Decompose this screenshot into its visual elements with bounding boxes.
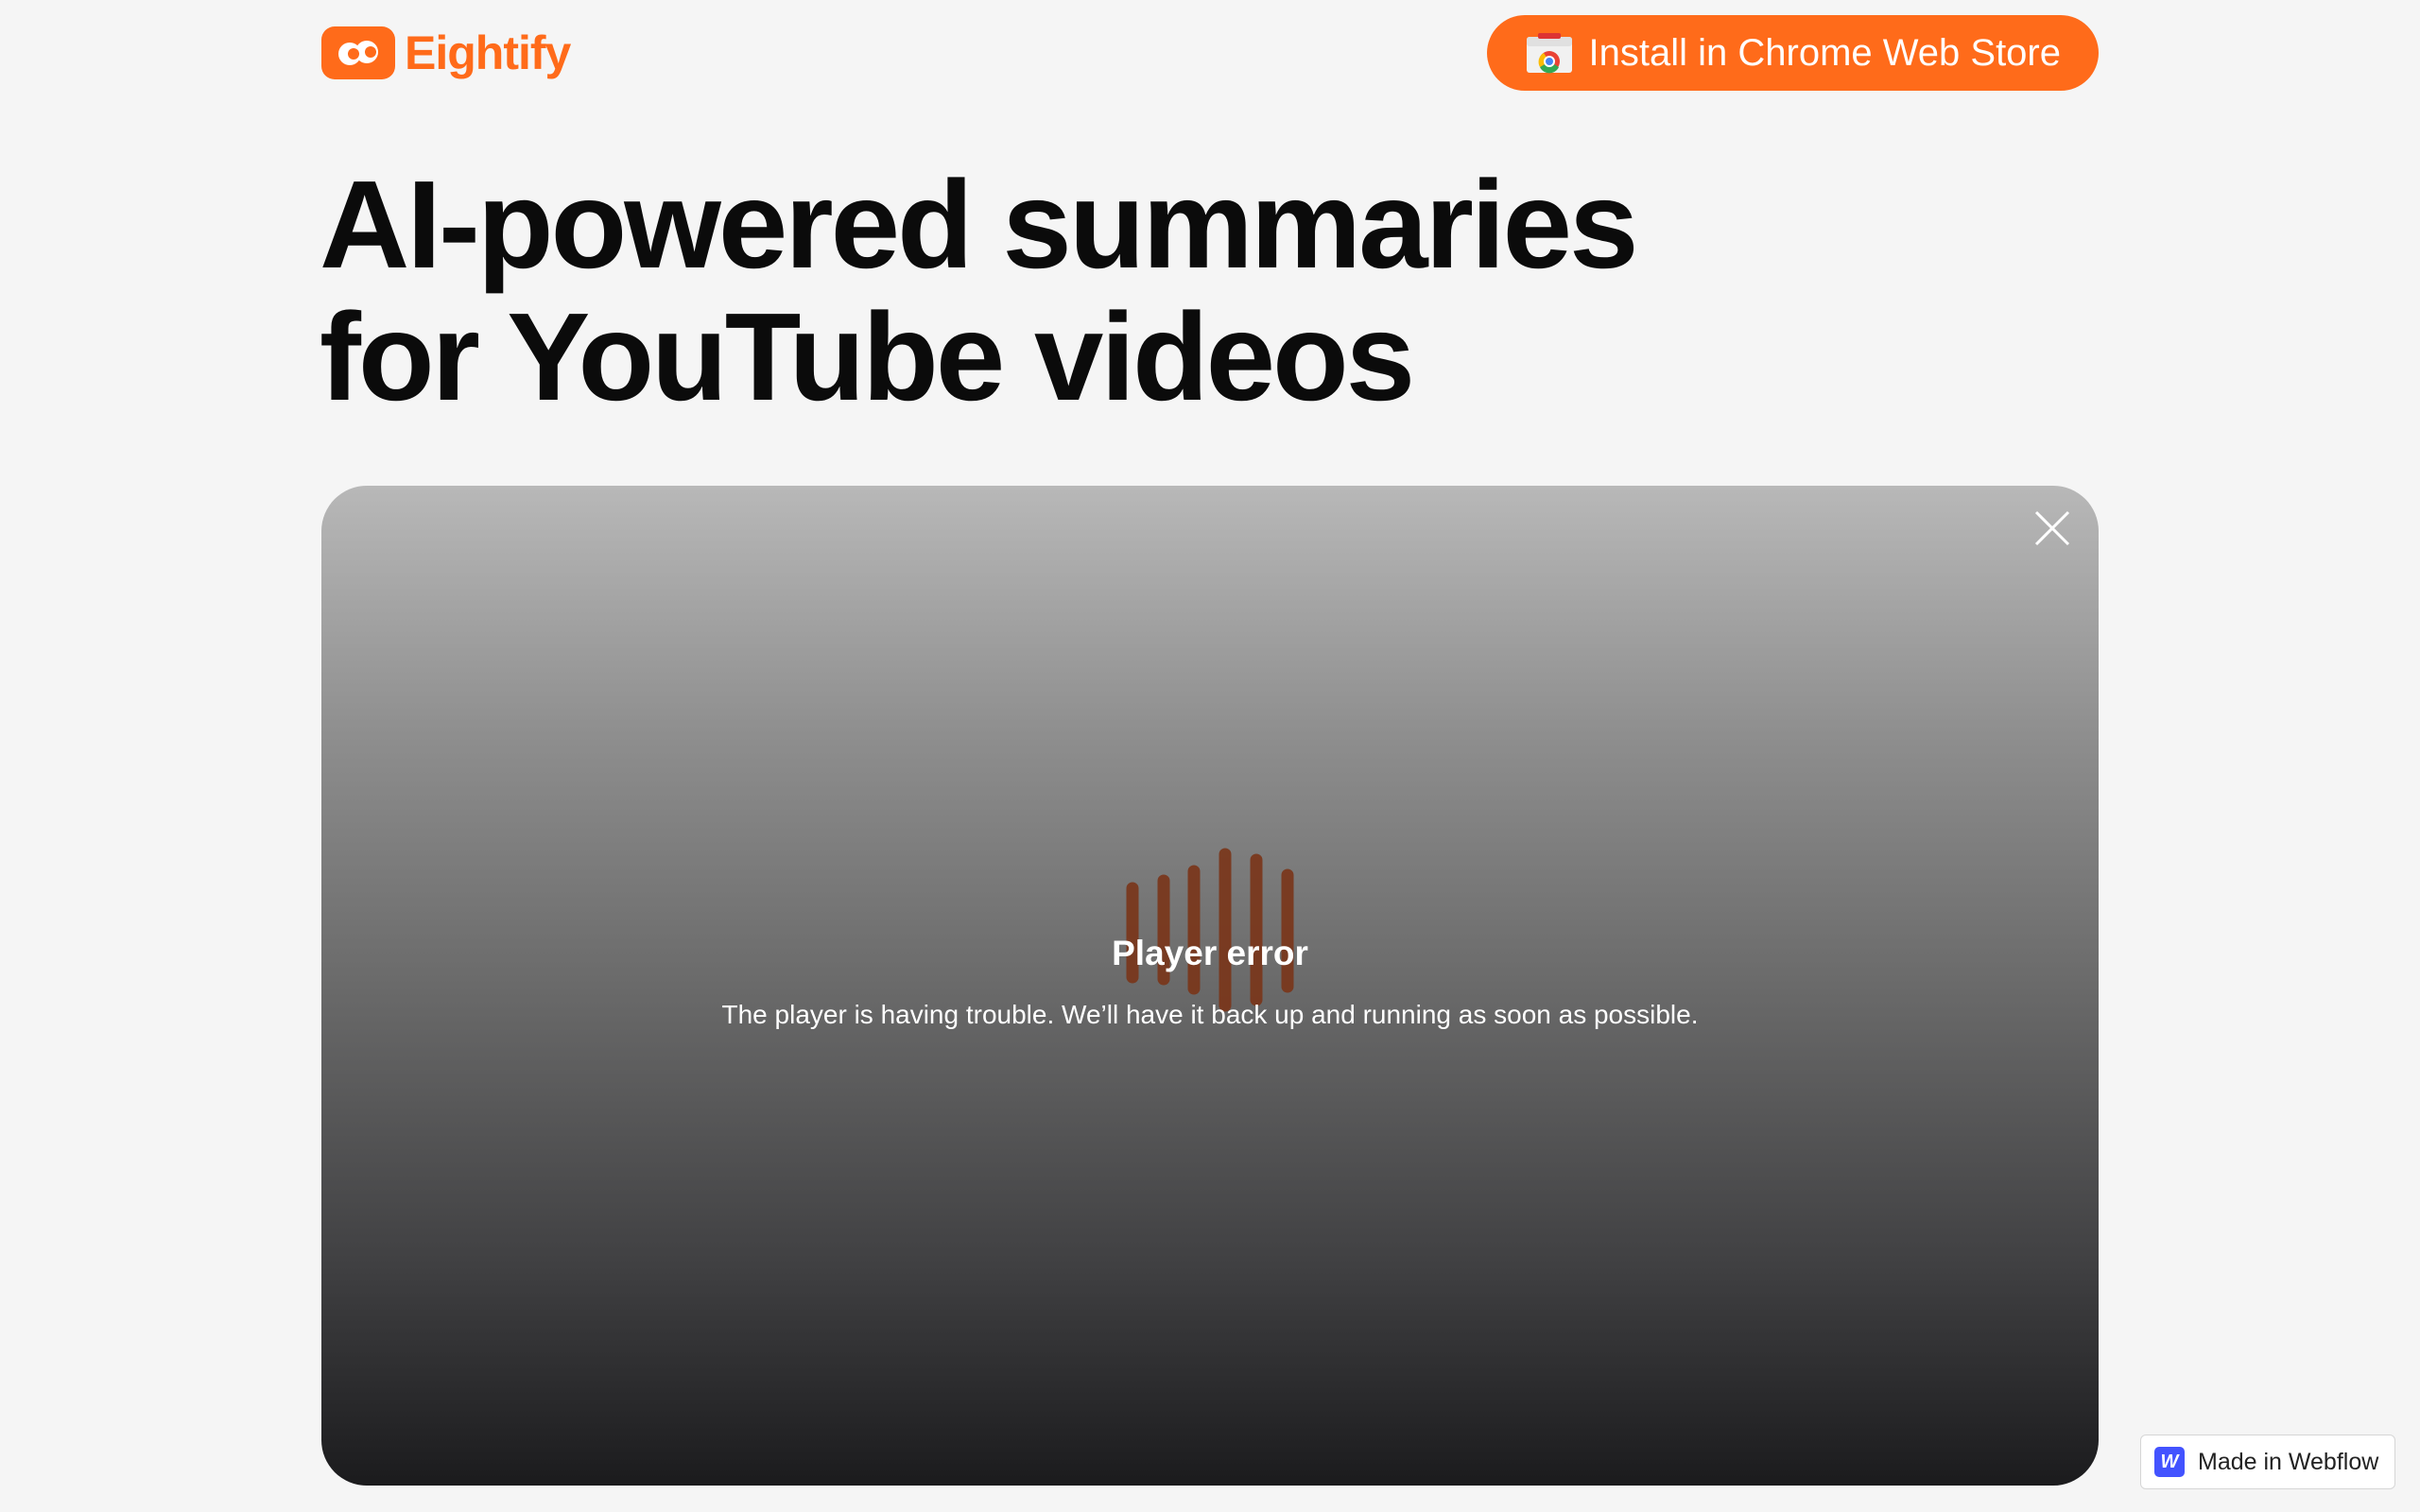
close-player-button[interactable]: [2029, 505, 2076, 552]
logo-link[interactable]: Eightify: [321, 26, 571, 80]
made-in-webflow-badge[interactable]: W Made in Webflow: [2140, 1435, 2395, 1489]
chrome-web-store-icon: [1525, 31, 1574, 75]
hero-headline-line-1: AI-powered summaries: [320, 155, 1638, 294]
video-player[interactable]: Player error The player is having troubl…: [321, 486, 2099, 1486]
install-button-label: Install in Chrome Web Store: [1588, 31, 2061, 74]
site-header: Eightify Install in Chrome Web Store: [321, 13, 2099, 93]
player-error-message: The player is having trouble. We’ll have…: [721, 1000, 1699, 1029]
badge-label: Made in Webflow: [2198, 1448, 2379, 1475]
close-icon: [2034, 510, 2070, 546]
webflow-logo-icon: W: [2154, 1447, 2185, 1477]
hero-headline: AI-powered summaries for YouTube videos: [320, 155, 1638, 426]
install-chrome-store-button[interactable]: Install in Chrome Web Store: [1486, 15, 2099, 91]
loading-bars-icon: [1126, 848, 1294, 1012]
hero-headline-line-2: for YouTube videos: [320, 287, 1415, 426]
player-error-title: Player error: [1112, 934, 1308, 972]
logo-text: Eightify: [405, 26, 571, 79]
eightify-logo-icon: [321, 26, 395, 79]
